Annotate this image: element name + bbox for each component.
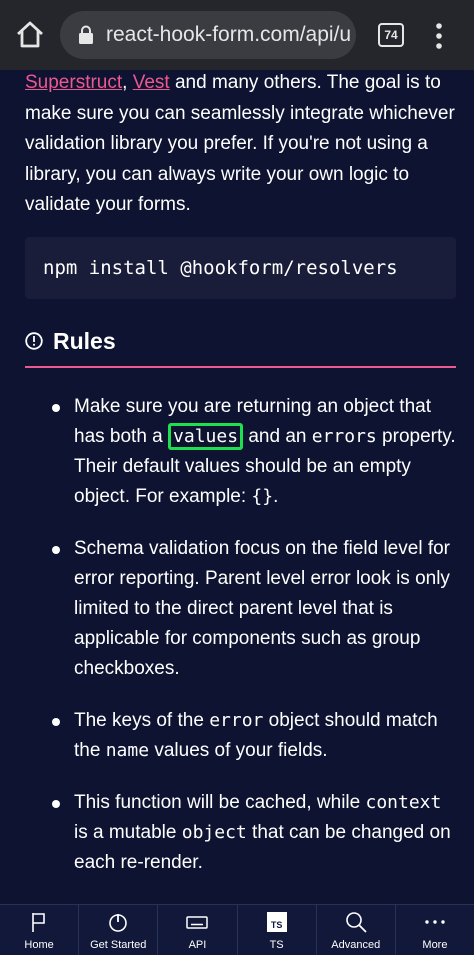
page-content: Superstruct, Vest and many others. The g… [0,70,474,904]
tab-switcher-button[interactable]: 74 [378,23,404,47]
nav-item-ts[interactable]: TS TS [238,905,317,955]
nav-label: API [188,939,207,951]
rule-text: values of your fields. [149,740,328,761]
separator: , [122,72,133,93]
flag-icon [32,913,45,932]
address-bar[interactable]: react-hook-form.com/api/u [60,11,356,59]
nav-item-advanced[interactable]: Advanced [317,905,396,955]
nav-label: Get Started [90,939,147,951]
context-code: context [365,792,442,813]
search-icon [345,912,367,933]
nav-item-api[interactable]: API [158,905,238,955]
nav-item-more[interactable]: More [396,905,474,955]
rule-text: is a mutable [74,822,182,843]
rules-list: Make sure you are returning an object th… [50,392,460,900]
name-code: name [105,740,150,761]
ts-badge: TS [266,912,287,932]
nav-label: Home [24,939,54,951]
bottom-nav: Home Get Started API TS TS Advanced More [0,904,474,955]
nav-item-home[interactable]: Home [0,905,80,955]
object-code: object [181,822,247,843]
rule-text: . [273,486,279,507]
power-icon [109,914,128,932]
rules-title: Rules [53,328,116,354]
rule-text: and an [243,426,312,447]
intro-paragraph: Superstruct, Vest and many others. The g… [25,70,455,221]
errors-code: errors [311,426,377,447]
install-command: npm install @hookform/resolvers [43,257,398,279]
nav-item-get-started[interactable]: Get Started [79,905,159,955]
empty-object-code: {} [251,486,274,507]
rule-text: This function will be cached, while [74,792,366,813]
more-icon [425,920,445,924]
keyboard-icon [186,916,209,929]
list-item: Schema validation focus on the field lev… [50,534,460,684]
lock-icon [79,25,93,44]
intro-text: and many others. The goal is to make sur… [25,72,455,215]
nav-label: Advanced [331,939,381,951]
superstruct-link[interactable]: Superstruct [25,72,122,93]
list-item: This function will be cached, while cont… [50,788,460,878]
home-icon[interactable] [14,19,46,51]
browser-toolbar: react-hook-form.com/api/u 74 [0,0,474,70]
url-text: react-hook-form.com/api/u [106,23,352,46]
rule-text: The keys of the [74,710,210,731]
nav-label: TS [269,939,284,951]
nav-label: More [422,939,448,951]
rule-text: Schema validation focus on the field lev… [74,538,450,679]
rules-heading: Rules [25,326,456,368]
info-icon [25,332,43,350]
install-code-block: npm install @hookform/resolvers [25,237,456,299]
list-item: The keys of the error object should matc… [50,706,460,766]
values-code: values [168,423,244,450]
list-item: Make sure you are returning an object th… [50,392,460,512]
vest-link[interactable]: Vest [133,72,170,93]
ts-icon: TS [266,911,288,933]
error-code: error [209,710,264,731]
overflow-menu-icon[interactable] [430,22,448,50]
